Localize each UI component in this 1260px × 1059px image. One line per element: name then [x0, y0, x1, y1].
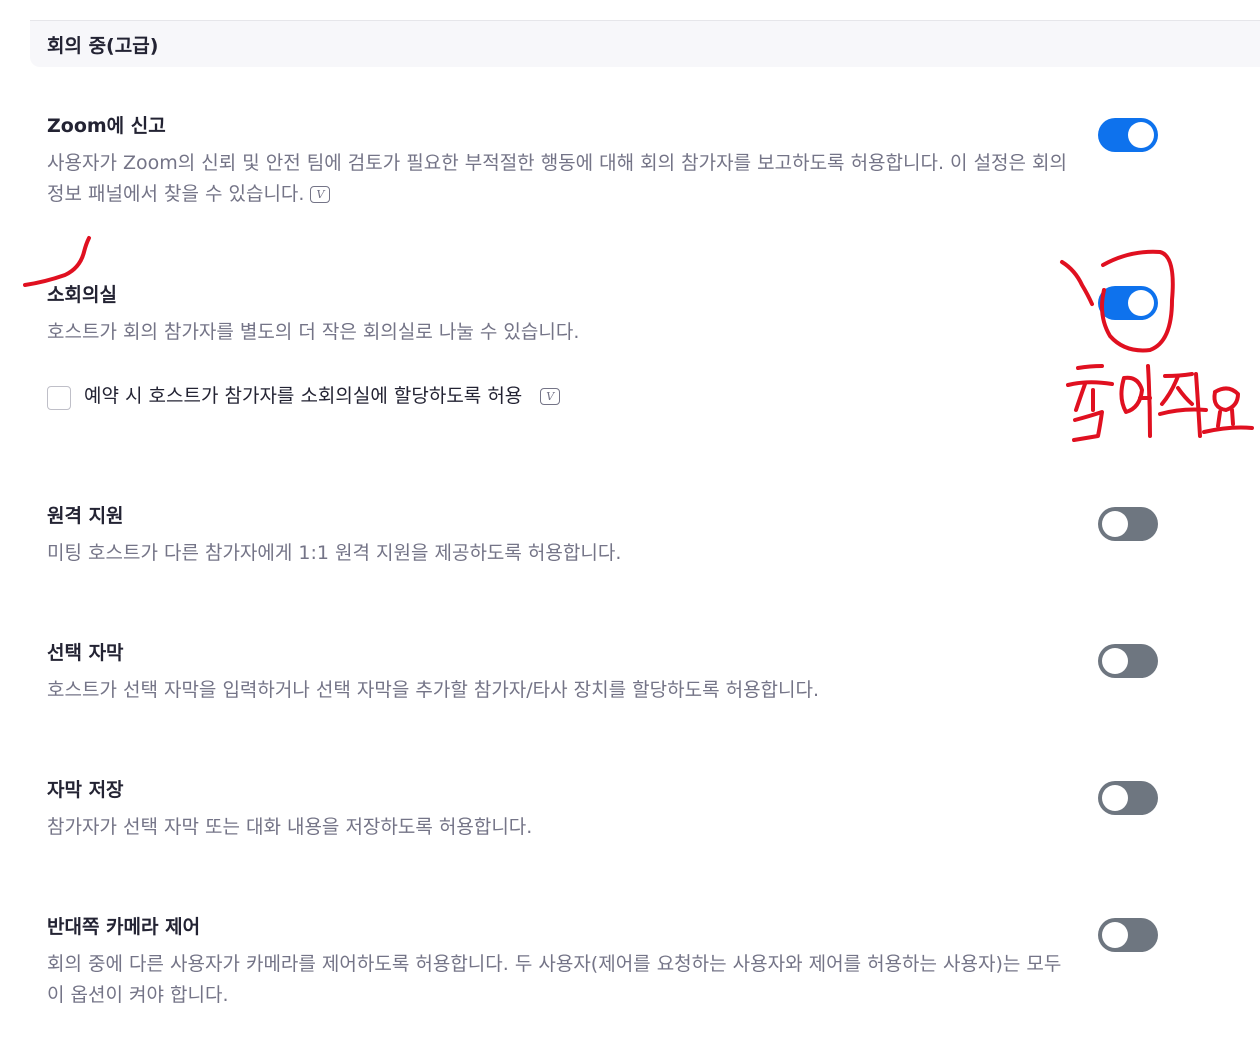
text-stroke	[1076, 364, 1104, 370]
closed-captioning-toggle[interactable]	[1098, 644, 1158, 678]
setting-report-to-zoom: Zoom에 신고 사용자가 Zoom의 신뢰 및 안전 팀에 검토가 필요한 부…	[47, 114, 1077, 210]
text-stroke	[1212, 386, 1240, 412]
checkmark-annotation	[23, 236, 91, 287]
text-stroke	[1160, 374, 1180, 406]
text-stroke	[1194, 372, 1202, 438]
toggle-knob	[1102, 922, 1128, 948]
text-stroke	[1066, 380, 1114, 387]
text-stroke	[1202, 425, 1254, 434]
setting-save-captions: 자막 저장 참가자가 선택 자막 또는 대화 내용을 저장하도록 허용합니다.	[47, 778, 1077, 843]
toggle-knob	[1102, 785, 1128, 811]
text-stroke	[1230, 408, 1235, 426]
text-stroke	[1158, 407, 1208, 416]
far-end-camera-control-toggle[interactable]	[1098, 918, 1158, 952]
setting-title: 소회의실	[47, 284, 117, 306]
setting-title: 자막 저장	[47, 779, 124, 801]
text-stroke	[1163, 372, 1194, 378]
save-captions-toggle[interactable]	[1098, 781, 1158, 815]
text-stroke	[1176, 386, 1194, 406]
v-icon: V	[310, 186, 331, 203]
text-stroke	[1146, 364, 1152, 438]
setting-closed-captioning: 선택 자막 호스트가 선택 자막을 입력하거나 선택 자막을 추가할 참가자/타…	[47, 641, 1077, 706]
breakout-assign-checkbox[interactable]	[47, 386, 71, 410]
setting-description: 호스트가 회의 참가자를 별도의 더 작은 회의실로 나눌 수 있습니다.	[47, 321, 580, 343]
setting-description: 호스트가 선택 자막을 입력하거나 선택 자막을 추가할 참가자/타사 장치를 …	[47, 679, 820, 701]
setting-description: 사용자가 Zoom의 신뢰 및 안전 팀에 검토가 필요한 부적절한 행동에 대…	[47, 152, 1068, 205]
setting-title: 반대쪽 카메라 제어	[47, 916, 201, 938]
toggle-knob	[1128, 290, 1154, 316]
section-header: 회의 중(고급)	[30, 21, 1260, 67]
setting-description: 회의 중에 다른 사용자가 카메라를 제어하도록 허용합니다. 두 사용자(제어…	[47, 953, 1062, 1006]
remote-support-toggle[interactable]	[1098, 507, 1158, 541]
text-stroke	[1119, 375, 1144, 414]
text-stroke	[1074, 382, 1087, 412]
setting-breakout-rooms: 소회의실 호스트가 회의 참가자를 별도의 더 작은 회의실로 나눌 수 있습니…	[47, 283, 1077, 348]
report-to-zoom-toggle[interactable]	[1098, 118, 1158, 152]
setting-description: 참가자가 선택 자막 또는 대화 내용을 저장하도록 허용합니다.	[47, 816, 533, 838]
toggle-knob	[1128, 122, 1154, 148]
setting-title: 원격 지원	[47, 505, 124, 527]
section-title: 회의 중(고급)	[47, 35, 159, 57]
breakout-rooms-toggle[interactable]	[1098, 286, 1158, 320]
setting-title: Zoom에 신고	[47, 115, 166, 137]
text-stroke	[1072, 410, 1104, 442]
toggle-knob	[1102, 511, 1128, 537]
setting-far-end-camera-control: 반대쪽 카메라 제어 회의 중에 다른 사용자가 카메라를 제어하도록 허용합니…	[47, 915, 1077, 1011]
setting-description: 미팅 호스트가 다른 참가자에게 1:1 원격 지원을 제공하도록 허용합니다.	[47, 542, 622, 564]
text-stroke	[1216, 410, 1222, 428]
breakout-assign-label: 예약 시 호스트가 참가자를 소회의실에 할당하도록 허용 V	[84, 382, 561, 410]
setting-remote-support: 원격 지원 미팅 호스트가 다른 참가자에게 1:1 원격 지원을 제공하도록 …	[47, 504, 1077, 569]
setting-title: 선택 자막	[47, 642, 124, 664]
v-icon: V	[540, 388, 561, 405]
toggle-knob	[1102, 648, 1128, 674]
